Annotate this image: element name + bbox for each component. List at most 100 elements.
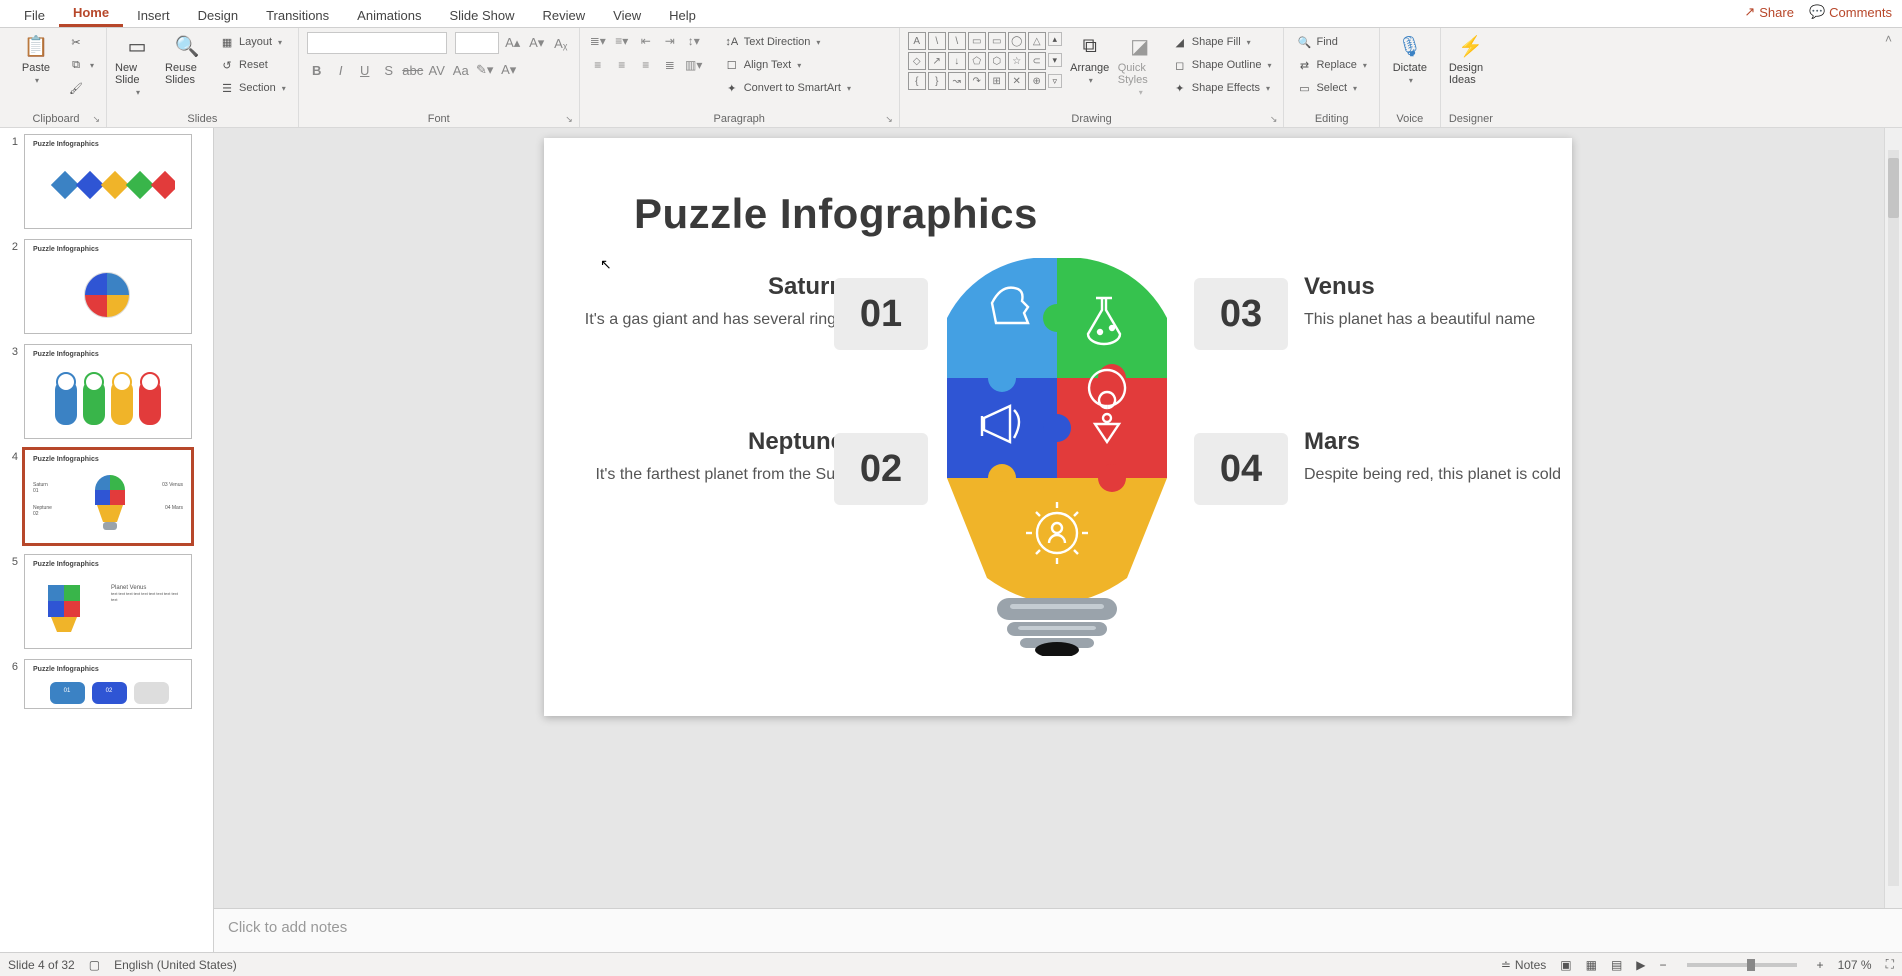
shape-fill-button[interactable]: ◢Shape Fill▾ [1168, 32, 1276, 52]
quick-styles-button[interactable]: ◪Quick Styles▾ [1118, 32, 1162, 104]
tab-insert[interactable]: Insert [123, 3, 184, 27]
info-neptune[interactable]: Neptune It's the farthest planet from th… [584, 428, 844, 486]
dictate-button[interactable]: 🎙Dictate▾ [1388, 32, 1432, 104]
paste-button[interactable]: 📋 Paste▾ [14, 32, 58, 104]
cut-button[interactable]: ✂ [64, 32, 98, 52]
change-case-button[interactable]: Aa [451, 60, 471, 80]
thumb-5[interactable]: Puzzle Infographics Planet Venustext tex… [24, 554, 192, 649]
tab-design[interactable]: Design [184, 3, 252, 27]
language-button[interactable]: English (United States) [114, 958, 237, 972]
layout-button[interactable]: ▦Layout▾ [215, 32, 290, 52]
share-button[interactable]: ↗Share [1744, 4, 1794, 20]
comments-button[interactable]: 💬Comments [1809, 4, 1892, 20]
shape-outline-button[interactable]: ◻Shape Outline▾ [1168, 55, 1276, 75]
gallery-up-icon[interactable]: ▴ [1048, 32, 1062, 46]
shrink-font-icon[interactable]: A▾ [527, 33, 547, 53]
drawing-dialog-icon[interactable]: ↘ [1270, 114, 1278, 125]
tab-help[interactable]: Help [655, 3, 710, 27]
replace-button[interactable]: ⇄Replace▾ [1292, 55, 1370, 75]
bold-button[interactable]: B [307, 60, 327, 80]
clipboard-dialog-icon[interactable]: ↘ [92, 114, 100, 125]
clear-format-icon[interactable]: Aᵪ [551, 33, 571, 53]
info-saturn[interactable]: Saturn It's a gas giant and has several … [584, 273, 844, 331]
thumb-3[interactable]: Puzzle Infographics [24, 344, 192, 439]
reuse-slides-button[interactable]: 🔍 Reuse Slides [165, 32, 209, 104]
align-text-button[interactable]: ☐Align Text▾ [720, 55, 855, 75]
bulb-graphic[interactable] [942, 258, 1172, 656]
columns-button[interactable]: ▥▾ [684, 56, 704, 74]
align-right-button[interactable]: ≡ [636, 56, 656, 74]
fit-window-icon[interactable]: ⛶ [1886, 957, 1894, 972]
italic-button[interactable]: I [331, 60, 351, 80]
zoom-out-button[interactable]: − [1660, 958, 1667, 972]
shadow-button[interactable]: S [379, 60, 399, 80]
font-color-button[interactable]: A▾ [499, 60, 519, 80]
view-reading-icon[interactable]: ▤ [1611, 958, 1622, 972]
arrange-button[interactable]: ⧉Arrange▾ [1068, 32, 1112, 104]
text-direction-button[interactable]: ↕AText Direction▾ [720, 32, 855, 52]
notes-toggle[interactable]: ≐ Notes [1501, 958, 1546, 972]
align-left-button[interactable]: ≡ [588, 56, 608, 74]
indent-button[interactable]: ⇥ [660, 32, 680, 50]
zoom-slider[interactable] [1687, 963, 1797, 967]
select-button[interactable]: ▭Select▾ [1292, 78, 1370, 98]
find-button[interactable]: 🔍Find [1292, 32, 1370, 52]
view-sorter-icon[interactable]: ▦ [1586, 958, 1597, 972]
badge-02[interactable]: 02 [834, 433, 928, 505]
thumb-6[interactable]: Puzzle Infographics 0102 [24, 659, 192, 709]
badge-01[interactable]: 01 [834, 278, 928, 350]
highlight-button[interactable]: ✎▾ [475, 60, 495, 80]
vertical-scrollbar[interactable] [1884, 128, 1902, 908]
shape-gallery[interactable]: A\\▭▭◯△ ◇↗↓⬠⬡☆⊂ {}↝↷⊞✕⊕ [908, 32, 1046, 90]
char-spacing-button[interactable]: AV [427, 60, 447, 80]
align-center-button[interactable]: ≡ [612, 56, 632, 74]
font-family-combo[interactable] [307, 32, 447, 54]
tab-home[interactable]: Home [59, 0, 123, 27]
info-venus[interactable]: Venus This planet has a beautiful name [1304, 273, 1564, 331]
font-dialog-icon[interactable]: ↘ [565, 114, 573, 125]
slide-thumbnails[interactable]: 1 Puzzle Infographics 2 Puzzle Infograph… [0, 128, 214, 952]
format-painter-button[interactable]: 🖌 [64, 78, 98, 98]
view-slideshow-icon[interactable]: ▶ [1636, 958, 1645, 972]
view-normal-icon[interactable]: ▣ [1560, 958, 1571, 972]
slide[interactable]: Puzzle Infographics Saturn It's a gas gi… [544, 138, 1572, 716]
section-button[interactable]: ☰Section▾ [215, 78, 290, 98]
zoom-in-button[interactable]: + [1817, 958, 1824, 972]
info-mars[interactable]: Mars Despite being red, this planet is c… [1304, 428, 1564, 486]
notes-pane[interactable]: Click to add notes [214, 908, 1902, 952]
paragraph-dialog-icon[interactable]: ↘ [885, 114, 893, 125]
gallery-down-icon[interactable]: ▾ [1048, 53, 1062, 67]
tab-transitions[interactable]: Transitions [252, 3, 343, 27]
thumb-2[interactable]: Puzzle Infographics [24, 239, 192, 334]
tab-slideshow[interactable]: Slide Show [435, 3, 528, 27]
zoom-level[interactable]: 107 % [1838, 958, 1872, 972]
strike-button[interactable]: abc [403, 60, 423, 80]
accessibility-icon[interactable]: ▢ [89, 958, 100, 972]
font-size-combo[interactable] [455, 32, 499, 54]
slide-title[interactable]: Puzzle Infographics [634, 190, 1038, 238]
badge-03[interactable]: 03 [1194, 278, 1288, 350]
numbering-button[interactable]: ≡▾ [612, 32, 632, 50]
reset-button[interactable]: ↺Reset [215, 55, 290, 75]
thumb-4[interactable]: Puzzle Infographics Saturn01 Neptune02 0… [24, 449, 192, 544]
slide-counter[interactable]: Slide 4 of 32 [8, 958, 75, 972]
new-slide-button[interactable]: ▭ New Slide▾ [115, 32, 159, 104]
outdent-button[interactable]: ⇤ [636, 32, 656, 50]
thumb-1[interactable]: Puzzle Infographics [24, 134, 192, 229]
tab-file[interactable]: File [10, 3, 59, 27]
line-spacing-button[interactable]: ↕▾ [684, 32, 704, 50]
tab-view[interactable]: View [599, 3, 655, 27]
bullets-button[interactable]: ≣▾ [588, 32, 608, 50]
copy-button[interactable]: ⧉▾ [64, 55, 98, 75]
underline-button[interactable]: U [355, 60, 375, 80]
justify-button[interactable]: ≣ [660, 56, 680, 74]
design-ideas-button[interactable]: ⚡Design Ideas [1449, 32, 1493, 104]
shape-effects-button[interactable]: ✦Shape Effects▾ [1168, 78, 1276, 98]
grow-font-icon[interactable]: A▴ [503, 33, 523, 53]
tab-review[interactable]: Review [529, 3, 600, 27]
tab-animations[interactable]: Animations [343, 3, 435, 27]
smartart-button[interactable]: ✦Convert to SmartArt▾ [720, 78, 855, 98]
collapse-ribbon-icon[interactable]: ˄ [1881, 28, 1896, 127]
badge-04[interactable]: 04 [1194, 433, 1288, 505]
gallery-more-icon[interactable]: ▿ [1048, 74, 1062, 88]
